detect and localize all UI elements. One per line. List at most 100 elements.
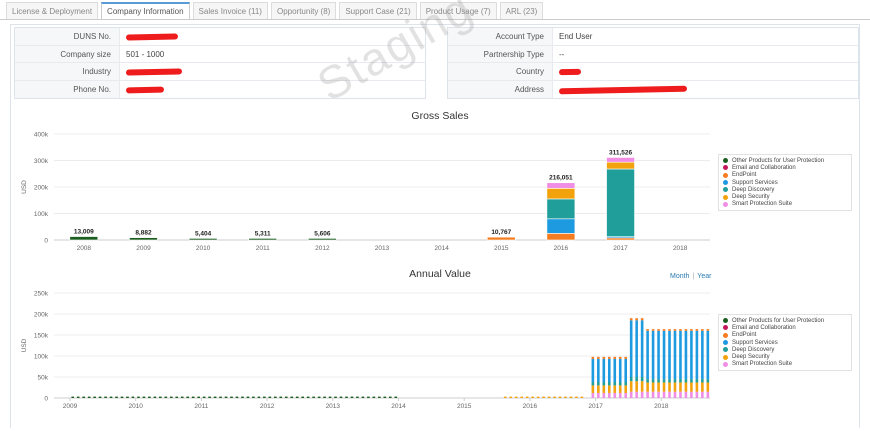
tab-company-information[interactable]: Company Information <box>101 2 190 20</box>
bar-segment <box>180 396 184 398</box>
bar-segment <box>274 396 277 398</box>
bar-segment <box>142 396 146 398</box>
bar-segment <box>295 396 299 398</box>
legend-item[interactable]: Deep Security <box>723 353 847 360</box>
legend-item[interactable]: Support Services <box>723 339 847 346</box>
bar-segment <box>345 396 348 398</box>
legend-item[interactable]: EndPoint <box>723 332 847 339</box>
bar-segment <box>328 396 332 398</box>
bar-segment <box>76 396 80 398</box>
bar-segment <box>701 391 704 398</box>
bar-segment <box>120 396 124 398</box>
bar-segment <box>546 218 576 234</box>
info-row-address: Address <box>448 80 858 98</box>
bar-segment <box>651 382 655 392</box>
bar-segment <box>701 379 704 383</box>
bar-segment <box>679 329 682 331</box>
gross-sales-legend: Other Products for User Protection Email… <box>718 154 852 212</box>
legend-item[interactable]: Deep Security <box>723 193 847 200</box>
bar-segment <box>607 358 611 383</box>
legend-dot <box>723 172 728 178</box>
data-label: 216,051 <box>549 175 573 182</box>
gross-sales-title: Gross Sales <box>411 110 469 122</box>
bar-segment <box>104 396 107 398</box>
bar-segment <box>580 396 584 398</box>
bar-segment <box>202 396 206 398</box>
y-tick-label: 300k <box>34 158 49 165</box>
month-link[interactable]: Month <box>670 273 689 280</box>
toggle-separator: | <box>692 273 695 280</box>
x-tick-label: 2018 <box>654 403 669 410</box>
bar-segment <box>591 356 595 359</box>
bar-segment <box>701 382 704 392</box>
legend-label: EndPoint <box>732 172 757 179</box>
tab-sales-invoice[interactable]: Sales Invoice (11) <box>192 2 268 20</box>
bar-segment <box>188 238 218 241</box>
bar-segment <box>164 396 168 398</box>
legend-item[interactable]: Deep Discovery <box>723 346 847 353</box>
company-info-right: Account Type End User Partnership Type -… <box>447 27 859 99</box>
bar-segment <box>591 385 595 393</box>
y-tick-label: 100k <box>34 354 49 361</box>
legend-item[interactable]: Deep Discovery <box>723 186 847 193</box>
bar-segment <box>640 391 644 398</box>
x-tick-label: 2017 <box>613 245 628 252</box>
bar-segment <box>635 377 638 382</box>
year-link[interactable]: Year <box>697 273 711 280</box>
bar-segment <box>635 318 638 321</box>
bar-segment <box>668 391 671 398</box>
legend-item[interactable]: Email and Collaboration <box>723 164 847 171</box>
bar-segment <box>657 391 660 398</box>
bar-segment <box>503 396 507 398</box>
tab-arl[interactable]: ARL (23) <box>499 2 544 20</box>
legend-label: Email and Collaboration <box>732 324 796 331</box>
legend-item[interactable]: Smart Protection Suite <box>723 361 847 368</box>
bar-segment <box>602 356 606 359</box>
legend-dot <box>723 347 728 353</box>
tab-opportunity[interactable]: Opportunity (8) <box>270 2 337 20</box>
bar-segment <box>71 396 75 398</box>
tab-license-deployment[interactable]: License & Deployment <box>6 2 99 20</box>
bar-segment <box>646 391 649 398</box>
legend-item[interactable]: Other Products for User Protection <box>723 157 847 164</box>
bar-segment <box>657 382 660 392</box>
legend-label: Deep Security <box>732 194 770 201</box>
legend-item[interactable]: Email and Collaboration <box>723 324 847 331</box>
legend-item[interactable]: Support Services <box>723 179 847 186</box>
bar-segment <box>640 381 644 392</box>
legend-dot <box>723 354 728 360</box>
y-tick-label: 200k <box>34 185 49 192</box>
bar-segment <box>224 396 228 398</box>
info-label: Country <box>448 63 553 80</box>
bar-segment <box>668 382 671 392</box>
bar-segment <box>613 358 617 383</box>
legend-label: Support Services <box>732 179 778 186</box>
bar-segment <box>284 396 288 398</box>
data-label: 311,526 <box>609 149 633 156</box>
legend-dot <box>723 165 728 171</box>
y-tick-label: 50k <box>38 375 49 382</box>
bar-segment <box>339 396 343 398</box>
redaction-mark <box>558 85 688 94</box>
legend-item[interactable]: Other Products for User Protection <box>723 317 847 324</box>
legend-dot <box>723 361 728 367</box>
bar-segment <box>706 329 710 331</box>
legend-item[interactable]: EndPoint <box>723 172 847 179</box>
bar-segment <box>350 396 354 398</box>
bar-segment <box>618 382 622 386</box>
bar-segment <box>629 381 633 392</box>
bar-segment <box>248 238 278 241</box>
legend-dot <box>723 318 728 324</box>
bar-segment <box>602 358 606 383</box>
legend-item[interactable]: Smart Protection Suite <box>723 201 847 208</box>
gross-sales-chart: 0 100k 200k 300k 400k USD 2008 13,009 2009 8,882 2… <box>21 132 710 252</box>
info-row-partnership-type: Partnership Type -- <box>448 45 858 63</box>
bar-segment <box>82 396 85 398</box>
bar-segment <box>607 392 611 398</box>
bar-segment <box>635 391 638 398</box>
bar-segment <box>169 396 173 398</box>
bar-segment <box>323 396 326 398</box>
bar-segment <box>613 392 617 398</box>
bar-segment <box>679 382 682 392</box>
bar-segment <box>701 330 704 380</box>
